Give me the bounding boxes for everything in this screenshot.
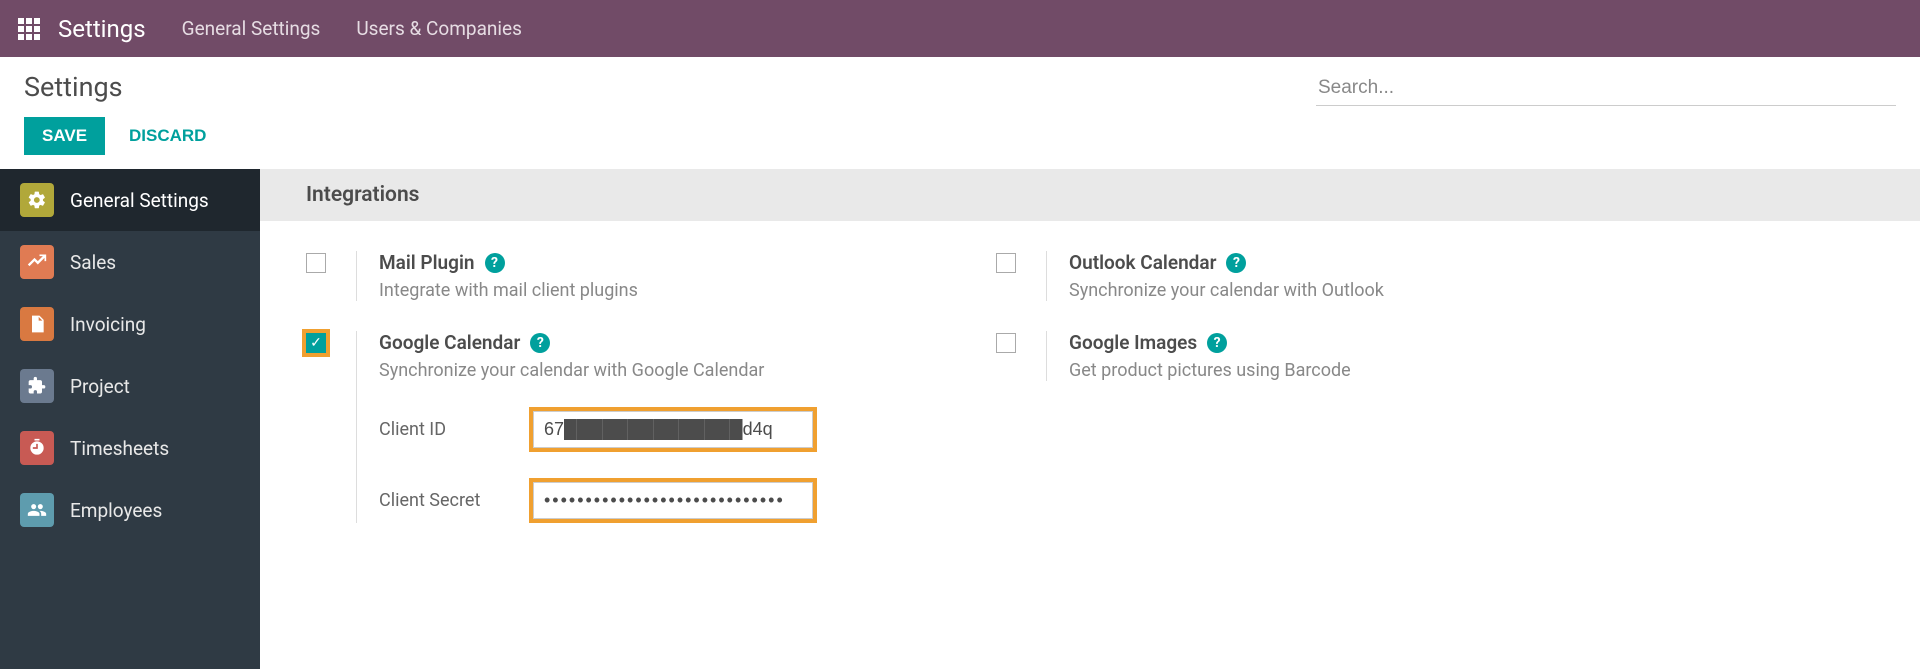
discard-button[interactable]: DISCARD xyxy=(119,117,216,155)
help-icon[interactable]: ? xyxy=(485,253,505,273)
topbar: Settings General Settings Users & Compan… xyxy=(0,0,1920,57)
check-icon: ✓ xyxy=(306,333,326,353)
content: Integrations Mail Plugin ? Integrate wit… xyxy=(260,169,1920,669)
help-icon[interactable]: ? xyxy=(530,333,550,353)
sidebar-item-label: Invoicing xyxy=(70,313,146,336)
checkbox-google-images[interactable] xyxy=(996,333,1016,353)
setting-mail-plugin: Mail Plugin ? Integrate with mail client… xyxy=(306,251,996,301)
save-button[interactable]: SAVE xyxy=(24,117,105,155)
sidebar-item-label: Sales xyxy=(70,251,116,274)
checkbox-outlook-calendar[interactable] xyxy=(996,253,1016,273)
apps-icon[interactable] xyxy=(18,18,40,40)
help-icon[interactable]: ? xyxy=(1207,333,1227,353)
sidebar-item-label: Employees xyxy=(70,499,162,522)
setting-google-images: Google Images ? Get product pictures usi… xyxy=(996,331,1686,381)
sidebar-item-label: Project xyxy=(70,375,130,398)
nav-users-companies[interactable]: Users & Companies xyxy=(356,17,522,40)
page-title: Settings xyxy=(24,71,216,103)
setting-title: Outlook Calendar xyxy=(1069,251,1216,274)
nav-general-settings[interactable]: General Settings xyxy=(182,17,321,40)
client-secret-row: Client Secret xyxy=(379,478,996,523)
main: General Settings Sales Invoicing Project… xyxy=(0,169,1920,669)
puzzle-icon xyxy=(20,369,54,403)
setting-desc: Synchronize your calendar with Google Ca… xyxy=(379,360,996,381)
sidebar-item-sales[interactable]: Sales xyxy=(0,231,260,293)
sidebar-item-general-settings[interactable]: General Settings xyxy=(0,169,260,231)
help-icon[interactable]: ? xyxy=(1226,253,1246,273)
checkbox-google-calendar[interactable]: ✓ xyxy=(302,329,330,357)
sidebar-item-timesheets[interactable]: Timesheets xyxy=(0,417,260,479)
client-id-row: Client ID xyxy=(379,407,996,452)
stopwatch-icon xyxy=(20,431,54,465)
setting-desc: Integrate with mail client plugins xyxy=(379,280,996,301)
chart-icon xyxy=(20,245,54,279)
sidebar-item-employees[interactable]: Employees xyxy=(0,479,260,541)
setting-outlook-calendar: Outlook Calendar ? Synchronize your cale… xyxy=(996,251,1686,301)
client-id-label: Client ID xyxy=(379,419,529,440)
sidebar-item-label: General Settings xyxy=(70,189,209,212)
subheader: Settings SAVE DISCARD xyxy=(0,57,1920,169)
sidebar-item-project[interactable]: Project xyxy=(0,355,260,417)
sidebar: General Settings Sales Invoicing Project… xyxy=(0,169,260,669)
setting-desc: Synchronize your calendar with Outlook xyxy=(1069,280,1686,301)
setting-title: Mail Plugin xyxy=(379,251,475,274)
client-secret-input[interactable] xyxy=(533,482,813,519)
app-name: Settings xyxy=(58,15,146,43)
users-icon xyxy=(20,493,54,527)
setting-title: Google Images xyxy=(1069,331,1197,354)
client-secret-label: Client Secret xyxy=(379,490,529,511)
search-input[interactable] xyxy=(1316,71,1896,106)
gear-icon xyxy=(20,183,54,217)
invoice-icon xyxy=(20,307,54,341)
setting-title: Google Calendar xyxy=(379,331,520,354)
sidebar-item-invoicing[interactable]: Invoicing xyxy=(0,293,260,355)
section-header: Integrations xyxy=(260,169,1920,221)
checkbox-mail-plugin[interactable] xyxy=(306,253,326,273)
sidebar-item-label: Timesheets xyxy=(70,437,169,460)
client-id-input[interactable] xyxy=(533,411,813,448)
setting-desc: Get product pictures using Barcode xyxy=(1069,360,1686,381)
setting-google-calendar: ✓ Google Calendar ? Synchronize your cal… xyxy=(306,331,996,523)
